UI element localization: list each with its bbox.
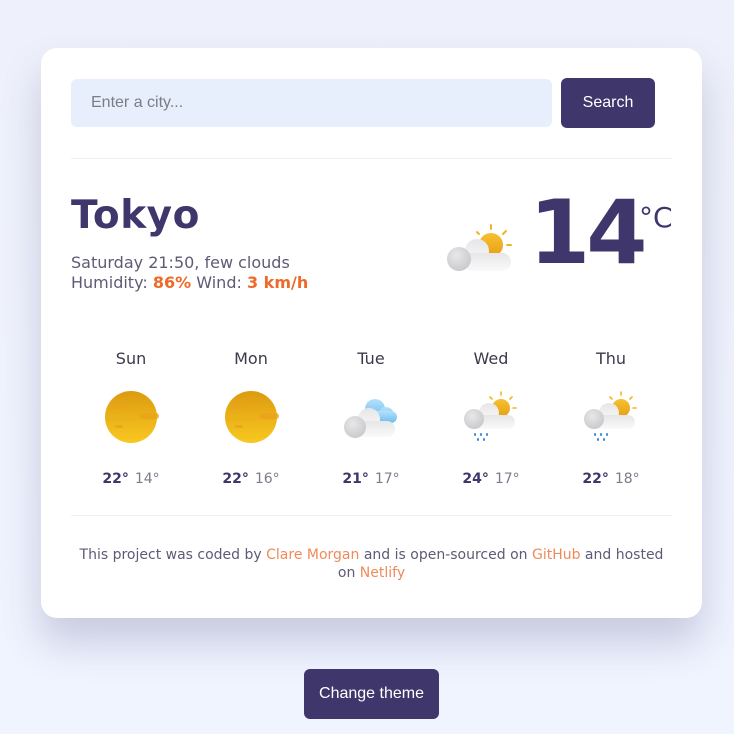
current-weather: Tokyo Saturday 21:50, few clouds Humidit… xyxy=(71,159,673,319)
forecast-max: 22° xyxy=(222,471,249,487)
forecast-day: Tue 21° 17° xyxy=(311,335,431,515)
broken-clouds-icon xyxy=(344,399,397,438)
current-details: Saturday 21:50, few clouds Humidity: 86%… xyxy=(71,253,308,293)
datetime: Saturday 21:50 xyxy=(71,253,195,272)
forecast-temps: 22° 14° xyxy=(71,471,191,487)
forecast-min: 16° xyxy=(254,471,280,487)
forecast-min: 17° xyxy=(494,471,520,487)
forecast: Sun 22° 14° Mon 22° 16° Tue 21° 17° Wed … xyxy=(71,335,672,515)
forecast-day-name: Sun xyxy=(115,349,147,368)
forecast-max: 21° xyxy=(342,471,369,487)
humidity-wind: Humidity: 86% Wind: 3 km/h xyxy=(71,273,308,293)
weather-description: few clouds xyxy=(204,253,290,272)
author-link[interactable]: Clare Morgan xyxy=(266,547,359,563)
few-clouds-day-icon xyxy=(447,224,512,271)
rain-day-icon xyxy=(464,391,517,441)
footer-text: and is open-sourced on xyxy=(359,547,532,563)
netlify-link[interactable]: Netlify xyxy=(360,565,405,581)
footer-text: This project was coded by xyxy=(79,547,267,563)
search-button[interactable]: Search xyxy=(561,78,655,128)
city-search-input[interactable] xyxy=(71,79,552,127)
change-theme-button[interactable]: Change theme xyxy=(304,669,439,719)
forecast-min: 14° xyxy=(134,471,160,487)
wind-value: 3 km/h xyxy=(246,273,309,292)
forecast-temps: 22° 18° xyxy=(551,471,671,487)
forecast-temps: 24° 17° xyxy=(431,471,551,487)
clear-sky-icon xyxy=(105,391,159,443)
forecast-max: 22° xyxy=(582,471,609,487)
footer-credits: This project was coded by Clare Morgan a… xyxy=(71,546,672,582)
divider xyxy=(71,515,672,516)
datetime-description: Saturday 21:50, few clouds xyxy=(71,253,290,272)
github-link[interactable]: GitHub xyxy=(532,547,581,563)
forecast-day: Wed 24° 17° xyxy=(431,335,551,515)
current-temperature: 14 xyxy=(529,181,647,284)
city-name: Tokyo xyxy=(71,193,200,238)
forecast-temps: 22° 16° xyxy=(191,471,311,487)
forecast-day: Thu 22° 18° xyxy=(551,335,671,515)
forecast-min: 17° xyxy=(374,471,400,487)
forecast-day-name: Thu xyxy=(595,349,627,368)
forecast-day: Mon 22° 16° xyxy=(191,335,311,515)
wind-label: Wind: xyxy=(196,273,242,292)
weather-card: Search Tokyo Saturday 21:50, few clouds … xyxy=(41,48,702,618)
forecast-day-name: Wed xyxy=(473,349,509,368)
forecast-temps: 21° 17° xyxy=(311,471,431,487)
forecast-max: 22° xyxy=(102,471,129,487)
clear-sky-icon xyxy=(225,391,279,443)
forecast-max: 24° xyxy=(462,471,489,487)
forecast-day-name: Mon xyxy=(234,349,268,368)
temperature-unit: °C xyxy=(639,201,673,234)
forecast-min: 18° xyxy=(614,471,640,487)
forecast-day-name: Tue xyxy=(357,349,385,368)
forecast-day: Sun 22° 14° xyxy=(71,335,191,515)
rain-day-icon xyxy=(584,391,637,441)
search-form: Search xyxy=(71,78,672,128)
humidity-label: Humidity: xyxy=(71,273,148,292)
humidity-value: 86% xyxy=(152,273,192,292)
